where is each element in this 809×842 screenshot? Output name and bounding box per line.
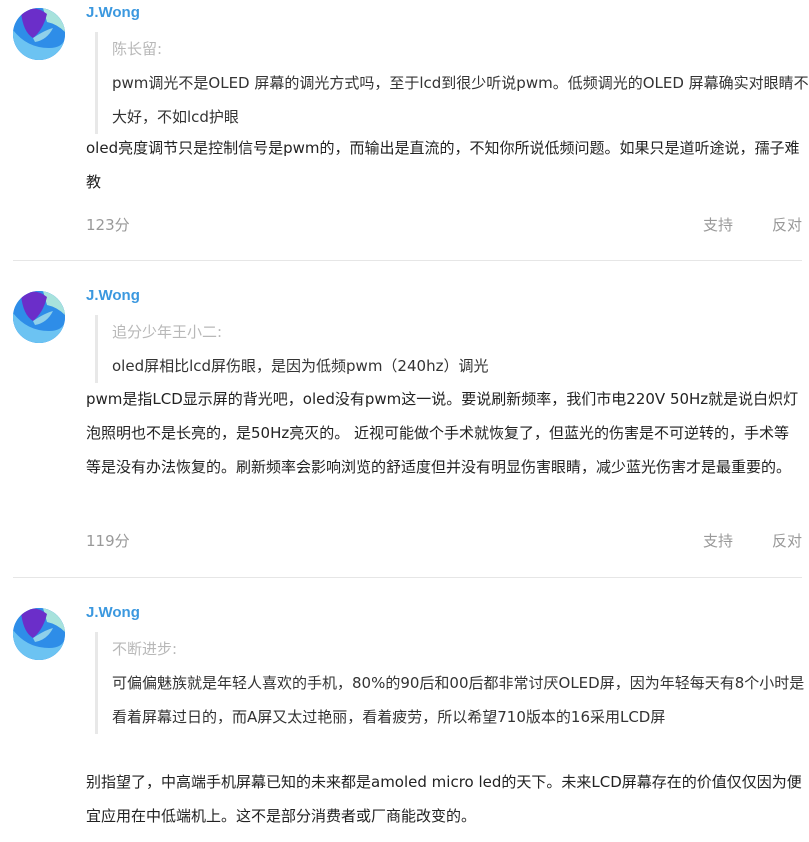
avatar[interactable] [13,608,65,660]
avatar[interactable] [13,291,65,343]
comment-footer: 119分 支持 反对 [86,529,802,553]
support-button[interactable]: 支持 [703,213,733,237]
comment-score: 123分 [86,216,130,234]
quoted-text: oled屏相比lcd屏伤眼，是因为低频pwm（240hz）调光 [112,357,489,375]
divider [13,577,802,578]
avatar[interactable] [13,8,65,60]
avatar-image [13,8,65,60]
comment-author[interactable]: J.Wong [86,286,140,306]
quoted-author: 陈长留: [112,40,163,58]
oppose-button[interactable]: 反对 [772,213,802,237]
comment-body: 别指望了，中高端手机屏幕已知的未来都是amoled micro led的天下。未… [86,773,802,825]
quoted-comment: 追分少年王小二: oled屏相比lcd屏伤眼，是因为低频pwm（240hz）调光 [95,315,809,383]
comment-footer: 123分 支持 反对 [86,213,802,237]
quoted-comment: 不断进步: 可偏偏魅族就是年轻人喜欢的手机，80%的90后和00后都非常讨厌OL… [95,632,809,734]
quoted-author: 不断进步: [112,640,178,658]
quoted-comment: 陈长留: pwm调光不是OLED 屏幕的调光方式吗，至于lcd到很少听说pwm。… [95,32,809,134]
quoted-text: pwm调光不是OLED 屏幕的调光方式吗，至于lcd到很少听说pwm。低频调光的… [112,74,809,126]
comment-author[interactable]: J.Wong [86,3,140,23]
support-button[interactable]: 支持 [703,529,733,553]
avatar-image [13,291,65,343]
divider [13,260,802,261]
comment-author[interactable]: J.Wong [86,603,140,623]
oppose-button[interactable]: 反对 [772,529,802,553]
quoted-text: 可偏偏魅族就是年轻人喜欢的手机，80%的90后和00后都非常讨厌OLED屏，因为… [112,674,805,726]
comment-score: 119分 [86,532,130,550]
comment-body: oled亮度调节只是控制信号是pwm的，而输出是直流的，不知你所说低频问题。如果… [86,139,800,191]
quoted-author: 追分少年王小二: [112,323,223,341]
avatar-image [13,608,65,660]
comment-body: pwm是指LCD显示屏的背光吧，oled没有pwm这一说。要说刷新频率，我们市电… [86,390,799,476]
